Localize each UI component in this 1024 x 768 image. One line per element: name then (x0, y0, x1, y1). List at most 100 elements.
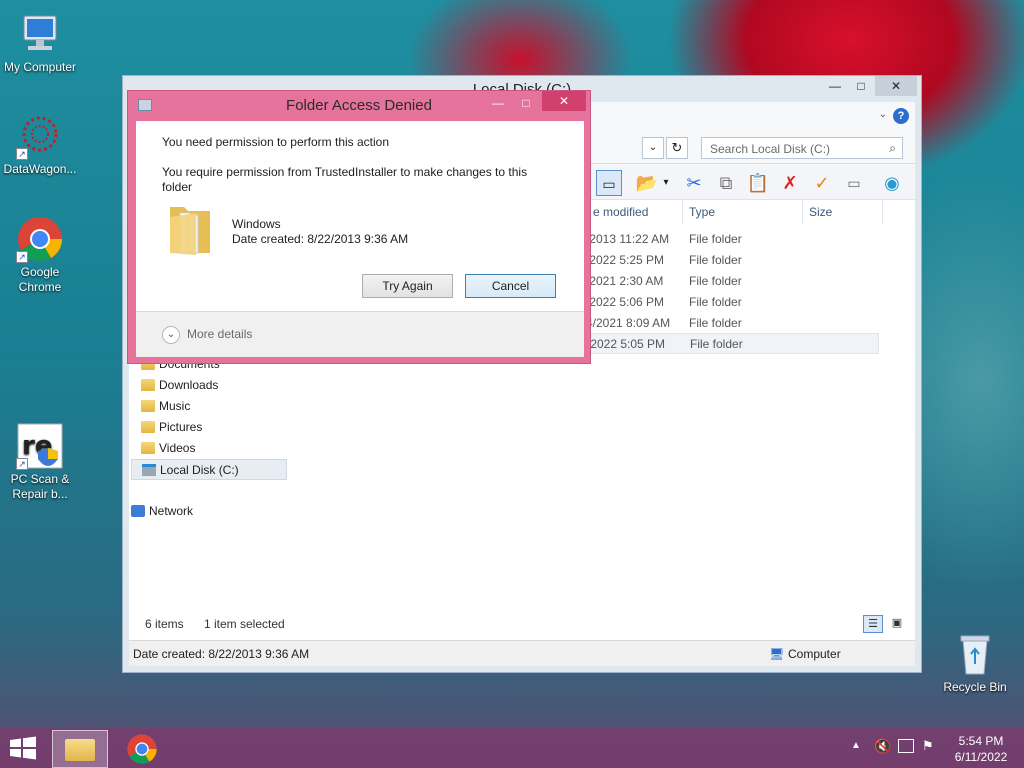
desktop-icon-my-computer[interactable]: My Computer (0, 10, 80, 75)
desktop-icon-chrome[interactable]: ↗ Google Chrome (0, 215, 80, 295)
desktop-icon-label: Recycle Bin (943, 680, 1007, 694)
chevron-down-icon[interactable]: ⌄ (879, 109, 887, 120)
rename-icon[interactable]: ✓ (809, 170, 835, 196)
row-modified: /2013 11:22 AM (586, 232, 670, 246)
folder-icon (141, 442, 155, 454)
refresh-button[interactable]: ↻ (666, 137, 688, 159)
network-icon (131, 505, 145, 517)
close-button[interactable]: ✕ (875, 76, 917, 96)
recycle-bin-icon (951, 630, 999, 678)
file-explorer-taskbar-button[interactable] (52, 730, 108, 768)
column-header-modified[interactable]: e modified (587, 200, 683, 224)
sidebar-item-label: Pictures (159, 420, 203, 434)
folder-icon (166, 197, 214, 257)
chrome-taskbar-button[interactable] (126, 733, 158, 765)
network-tray-icon[interactable] (898, 739, 914, 753)
row-type: File folder (689, 274, 742, 288)
action-center-flag-icon[interactable]: ⚑ (922, 738, 934, 754)
dialog-minimize-button[interactable]: — (484, 93, 512, 113)
sidebar-item-label: Local Disk (C:) (160, 463, 239, 477)
desktop-icon-label: Google Chrome (18, 265, 62, 294)
properties-icon[interactable]: ▭ (841, 170, 867, 196)
desktop-icon-label: My Computer (3, 60, 77, 74)
item-count: 6 items (145, 617, 184, 631)
row-modified: /2021 2:30 AM (586, 274, 664, 288)
folder-icon (141, 421, 155, 433)
desktop-icon-datawagon[interactable]: ↗ DataWagon... (0, 112, 80, 177)
sidebar-item-local-disk[interactable]: Local Disk (C:) (131, 459, 287, 480)
more-details-link[interactable]: More details (187, 327, 252, 341)
row-type: File folder (689, 295, 742, 309)
taskbar: ▲ 🔇 ⚑ 5:54 PM 6/11/2022 (0, 728, 1024, 768)
search-input[interactable]: Search Local Disk (C:) ⌕ (701, 137, 903, 159)
minimize-button[interactable]: — (821, 76, 849, 96)
location-text: Computer (788, 647, 841, 661)
sidebar-item-label: Music (159, 399, 191, 413)
shortcut-arrow-icon: ↗ (16, 458, 28, 470)
sidebar-item-network[interactable]: Network (131, 501, 287, 522)
row-modified: /2022 5:05 PM (587, 337, 666, 351)
dialog-body: You need permission to perform this acti… (136, 121, 584, 357)
datawagon-icon: ↗ (16, 112, 64, 160)
row-type: File folder (690, 337, 743, 351)
cancel-button[interactable]: Cancel (465, 274, 556, 298)
show-hidden-icons-button[interactable]: ▲ (851, 740, 861, 751)
desktop-icon-recycle-bin[interactable]: Recycle Bin (935, 630, 1015, 695)
status-bar: 6 items 1 item selected ☰ ▣ (129, 612, 915, 636)
date-created-text: Date created: 8/22/2013 9:36 AM (133, 647, 310, 661)
preview-pane-button[interactable]: ▭ (596, 170, 622, 196)
cut-icon[interactable]: ✂ (681, 170, 707, 196)
search-icon: ⌕ (889, 141, 896, 155)
folder-icon (141, 400, 155, 412)
chrome-icon (127, 734, 157, 764)
details-view-button[interactable]: ☰ (863, 615, 883, 633)
row-modified: /2022 5:25 PM (586, 253, 665, 267)
sidebar-item-videos[interactable]: Videos (131, 438, 287, 459)
dialog-heading: You need permission to perform this acti… (162, 135, 390, 149)
paste-icon[interactable]: 📋 (745, 170, 771, 196)
desktop-icon-pc-scan[interactable]: re ↗ PC Scan & Repair b... (0, 422, 80, 502)
drive-icon (142, 464, 156, 476)
computer-icon (16, 10, 64, 58)
chrome-icon: ↗ (16, 215, 64, 263)
details-bar: Date created: 8/22/2013 9:36 AM 🖥 Comput… (129, 640, 915, 666)
row-modified: /2022 5:06 PM (586, 295, 665, 309)
row-type: File folder (689, 253, 742, 267)
more-details-chevron-icon[interactable]: ⌄ (162, 326, 180, 344)
sidebar-item-label: Videos (159, 441, 196, 455)
delete-icon[interactable]: ✗ (777, 170, 803, 196)
address-dropdown[interactable]: ⌄ (642, 137, 664, 159)
dropdown-arrow-icon[interactable]: ▾ (659, 170, 673, 196)
folder-options-icon[interactable]: 📂 (634, 170, 660, 196)
dialog-message: You require permission from TrustedInsta… (162, 165, 528, 194)
file-explorer-icon (65, 739, 95, 761)
volume-muted-icon[interactable]: 🔇 (874, 738, 891, 755)
selected-count: 1 item selected (204, 617, 285, 631)
computer-icon: 🖥 (769, 647, 785, 661)
maximize-button[interactable]: □ (847, 76, 875, 96)
row-type: File folder (689, 316, 742, 330)
help-icon[interactable]: ? (893, 108, 909, 124)
try-again-button[interactable]: Try Again (362, 274, 453, 298)
column-header-size[interactable]: Size (803, 200, 883, 224)
large-icons-view-button[interactable]: ▣ (887, 615, 907, 633)
copy-icon[interactable]: ⧉ (713, 170, 739, 196)
pc-scan-repair-icon: re ↗ (16, 422, 64, 470)
row-type: File folder (689, 232, 742, 246)
sidebar-item-pictures[interactable]: Pictures (131, 417, 287, 438)
shortcut-arrow-icon: ↗ (16, 148, 28, 160)
clock-time[interactable]: 5:54 PM (946, 734, 1016, 748)
shell-icon[interactable]: ◉ (879, 170, 905, 196)
sidebar-item-music[interactable]: Music (131, 396, 287, 417)
sidebar-item-label: Network (149, 504, 194, 518)
row-modified: 4/2021 8:09 AM (586, 316, 671, 330)
sidebar-item-downloads[interactable]: Downloads (131, 375, 287, 396)
sidebar-item-label: Downloads (159, 378, 219, 392)
dialog-close-button[interactable]: ✕ (542, 91, 586, 111)
start-button[interactable] (8, 736, 40, 762)
column-header-type[interactable]: Type (683, 200, 803, 224)
folder-date: Date created: 8/22/2013 9:36 AM (232, 232, 409, 246)
clock-date[interactable]: 6/11/2022 (946, 750, 1016, 764)
dialog-maximize-button[interactable]: □ (512, 93, 540, 113)
shortcut-arrow-icon: ↗ (16, 251, 28, 263)
